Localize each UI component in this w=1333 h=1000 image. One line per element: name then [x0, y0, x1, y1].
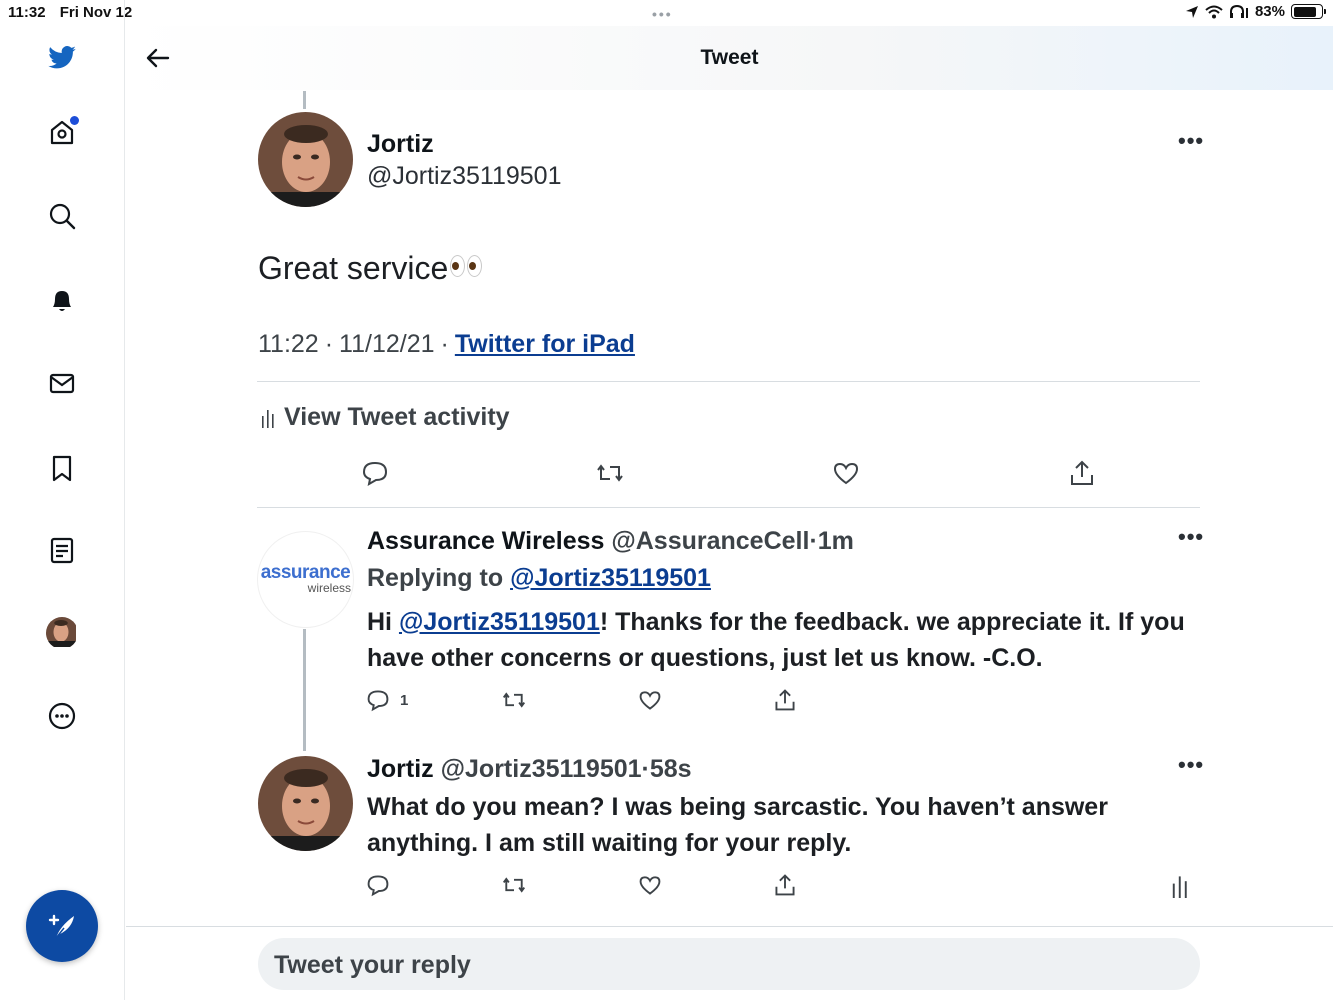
headphones-icon [1229, 4, 1248, 18]
main-tweet-text-body: Great service [258, 250, 449, 286]
assurance-logo-subtext: wireless [307, 581, 351, 595]
reply-header: Jortiz @Jortiz35119501·58s [367, 755, 692, 783]
search-icon[interactable] [44, 198, 80, 234]
retweet-icon[interactable] [502, 688, 526, 712]
main-tweet-meta: 11:22 · 11/12/21 · Twitter for iPad [258, 330, 635, 358]
status-indicators: 83% [1185, 3, 1326, 20]
battery-fill [1293, 6, 1316, 17]
lists-icon[interactable] [44, 532, 80, 568]
reply-input-placeholder: Tweet your reply [274, 951, 471, 979]
main-tweet-time: 11:22 [258, 330, 319, 358]
status-bar: 11:32 Fri Nov 12 ••• 83% [0, 0, 1333, 26]
main-tweet-avatar[interactable] [258, 112, 353, 207]
reply-more-icon[interactable]: ••• [1178, 524, 1204, 550]
reply-author-avatar[interactable] [258, 756, 353, 851]
like-heart-icon[interactable] [638, 688, 662, 712]
share-icon[interactable] [773, 688, 797, 712]
reply-age: 58s [649, 755, 692, 783]
multitasking-dots-icon[interactable]: ••• [652, 6, 673, 22]
battery-percent: 83% [1254, 3, 1285, 20]
reply-text: What do you mean? I was being sarcastic.… [367, 793, 1108, 857]
location-icon [1185, 5, 1198, 18]
notification-dot [70, 116, 79, 125]
compose-tweet-button[interactable] [26, 890, 98, 962]
share-icon[interactable] [773, 873, 797, 897]
main-tweet-author-name[interactable]: Jortiz [367, 130, 434, 159]
divider [257, 381, 1200, 382]
activity-bars-icon [262, 409, 274, 428]
reply-mention-link[interactable]: @Jortiz35119501 [399, 608, 600, 636]
battery-icon [1291, 4, 1326, 19]
main-tweet-text: Great service [258, 250, 483, 287]
home-icon[interactable] [44, 114, 80, 150]
replying-to-link[interactable]: @Jortiz35119501 [510, 564, 711, 592]
reply-count: 1 [400, 692, 409, 709]
tweet-activity-icon[interactable] [1170, 874, 1190, 898]
reply-text-prefix: Hi [367, 608, 392, 636]
wifi-icon [1205, 5, 1223, 18]
reply-text: Hi @Jortiz35119501! Thanks for the feedb… [367, 604, 1187, 676]
assurance-logo-text: assurance [260, 562, 351, 583]
reply-age: 1m [817, 527, 854, 555]
reply-header: Assurance Wireless @AssuranceCell·1m [367, 527, 854, 555]
reply-icon[interactable] [361, 459, 389, 487]
reply-icon[interactable] [366, 688, 390, 712]
reply-icon[interactable] [366, 873, 390, 897]
replying-to-prefix: Replying to [367, 564, 504, 592]
reply-author-name[interactable]: Jortiz [367, 755, 434, 783]
assurance-wireless-avatar[interactable]: assurance wireless [258, 532, 353, 627]
replying-to: Replying to @Jortiz35119501 [367, 564, 711, 593]
divider [257, 507, 1200, 508]
main-tweet-source-link[interactable]: Twitter for iPad [455, 330, 635, 358]
page-title: Tweet [700, 46, 759, 69]
more-icon[interactable] [44, 698, 80, 734]
tweet-reply-input[interactable]: Tweet your reply [258, 938, 1200, 990]
like-heart-icon[interactable] [638, 873, 662, 897]
twitter-logo-icon[interactable] [44, 40, 80, 76]
profile-avatar[interactable] [44, 615, 80, 651]
like-heart-icon[interactable] [832, 459, 860, 487]
compose-feather-icon [48, 914, 74, 939]
eyes-emoji-icon [450, 255, 483, 277]
divider [126, 926, 1333, 927]
reply-author-name[interactable]: Assurance Wireless [367, 527, 604, 555]
view-tweet-activity-link[interactable]: View Tweet activity [260, 403, 510, 432]
reply-more-icon[interactable]: ••• [1178, 752, 1204, 778]
notifications-icon[interactable] [44, 282, 80, 318]
share-icon[interactable] [1068, 459, 1096, 487]
reply-author-handle[interactable]: @AssuranceCell [611, 527, 809, 555]
header: Tweet [126, 26, 1333, 90]
main-tweet-author-handle[interactable]: @Jortiz35119501 [367, 162, 561, 191]
bookmarks-icon[interactable] [44, 450, 80, 486]
view-tweet-activity-label: View Tweet activity [284, 403, 510, 431]
retweet-icon[interactable] [596, 459, 624, 487]
thread-line [303, 629, 306, 751]
main-tweet-more-icon[interactable]: ••• [1178, 128, 1204, 154]
messages-icon[interactable] [44, 365, 80, 401]
reply-author-handle[interactable]: @Jortiz35119501 [441, 755, 642, 783]
main-tweet-date: 11/12/21 [339, 330, 435, 358]
sidebar [0, 0, 125, 1000]
thread-line-top [303, 91, 306, 109]
retweet-icon[interactable] [502, 873, 526, 897]
